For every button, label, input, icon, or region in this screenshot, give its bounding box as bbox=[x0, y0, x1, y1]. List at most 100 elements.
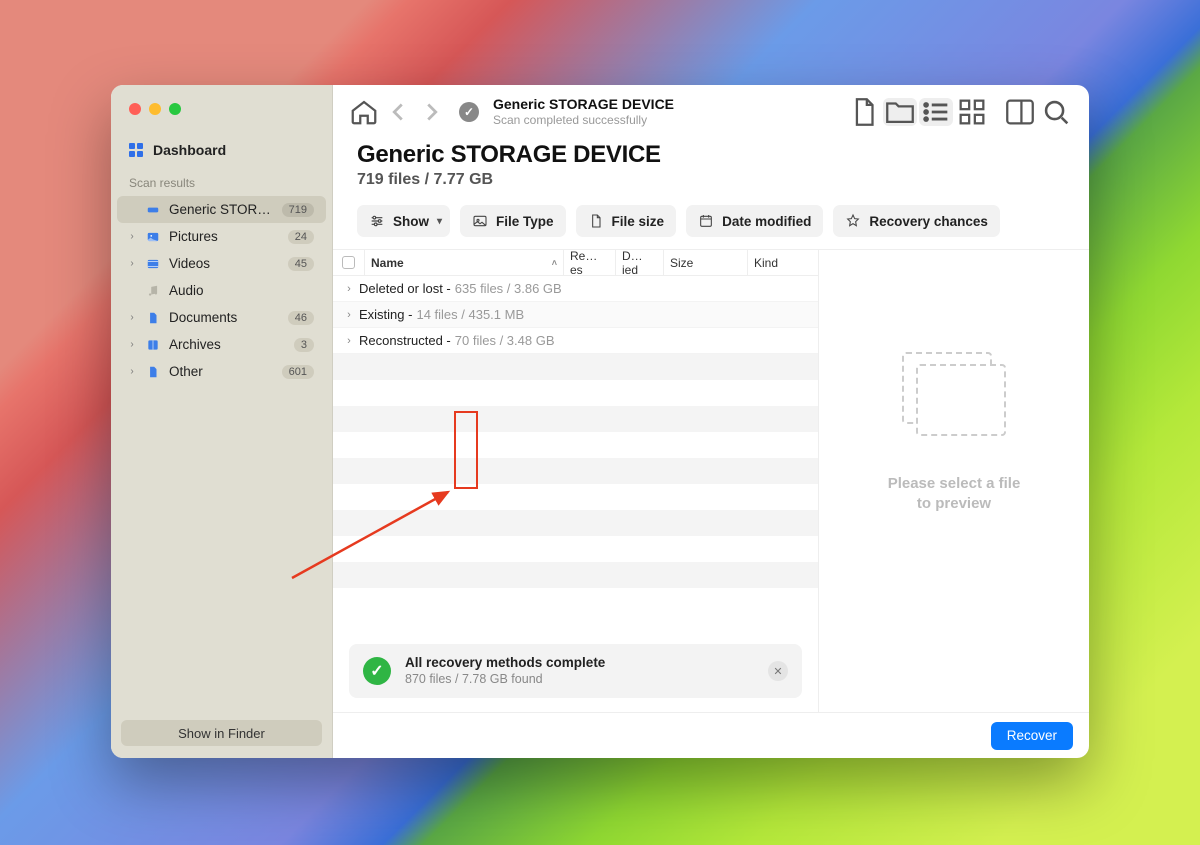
select-all-checkbox[interactable] bbox=[342, 256, 355, 269]
sidebar-item-documents[interactable]: › Documents 46 bbox=[117, 304, 326, 331]
page-title: Generic STORAGE DEVICE bbox=[357, 141, 1065, 169]
status-subtitle: 870 files / 7.78 GB found bbox=[405, 672, 605, 688]
column-name[interactable]: Name˄ bbox=[365, 250, 564, 275]
sidebar-item-genericstorag[interactable]: Generic STORAG… 719 bbox=[117, 196, 326, 223]
sidebar-item-pictures[interactable]: › Pictures 24 bbox=[117, 223, 326, 250]
column-recovery[interactable]: Re…es bbox=[564, 250, 616, 275]
dashboard-link[interactable]: Dashboard bbox=[111, 137, 332, 172]
other-icon bbox=[145, 365, 161, 379]
table-row[interactable]: ›Reconstructed - 70 files / 3.48 GB bbox=[333, 328, 818, 354]
sidebar-item-videos[interactable]: › Videos 45 bbox=[117, 250, 326, 277]
results-table: Name˄ Re…es D…ied Size Kind ›Deleted or … bbox=[333, 250, 819, 712]
chevron-right-icon: › bbox=[127, 339, 137, 350]
view-file-icon[interactable] bbox=[847, 98, 881, 126]
doc-icon bbox=[145, 311, 161, 325]
row-name: Deleted or lost - bbox=[359, 281, 451, 296]
chevron-right-icon: › bbox=[127, 231, 137, 242]
video-icon bbox=[145, 257, 161, 271]
count-badge: 719 bbox=[282, 203, 314, 217]
bottom-bar: Recover bbox=[333, 712, 1089, 758]
toolbar-title: Generic STORAGE DEVICE bbox=[493, 96, 674, 113]
table-row[interactable]: ›Deleted or lost - 635 files / 3.86 GB bbox=[333, 276, 818, 302]
star-icon bbox=[845, 213, 861, 229]
table-row[interactable]: ›Existing - 14 files / 435.1 MB bbox=[333, 302, 818, 328]
sidebar-item-label: Documents bbox=[169, 310, 280, 325]
home-button[interactable] bbox=[349, 97, 379, 127]
filter-file-size-button[interactable]: File size bbox=[576, 205, 677, 237]
status-title: All recovery methods complete bbox=[405, 655, 605, 672]
sidebar-item-audio[interactable]: Audio bbox=[117, 277, 326, 304]
sidebar-item-label: Videos bbox=[169, 256, 280, 271]
back-button[interactable] bbox=[383, 97, 413, 127]
sliders-icon bbox=[369, 213, 385, 229]
row-meta: 70 files / 3.48 GB bbox=[455, 333, 555, 348]
count-badge: 46 bbox=[288, 311, 314, 325]
preview-placeholder-icon bbox=[894, 350, 1014, 450]
chevron-right-icon: › bbox=[127, 312, 137, 323]
count-badge: 45 bbox=[288, 257, 314, 271]
app-window: Dashboard Scan results Generic STORAG… 71… bbox=[111, 85, 1089, 758]
file-icon bbox=[588, 213, 604, 229]
success-icon: ✓ bbox=[363, 657, 391, 685]
sidebar-item-label: Archives bbox=[169, 337, 286, 352]
chevron-right-icon: › bbox=[127, 366, 137, 377]
sidebar: Dashboard Scan results Generic STORAG… 71… bbox=[111, 85, 333, 758]
count-badge: 601 bbox=[282, 365, 314, 379]
row-meta: 635 files / 3.86 GB bbox=[455, 281, 562, 296]
toggle-preview-icon[interactable] bbox=[1003, 98, 1037, 126]
main-pane: Generic STORAGE DEVICE Scan completed su… bbox=[333, 85, 1089, 758]
table-header: Name˄ Re…es D…ied Size Kind bbox=[333, 250, 818, 276]
close-banner-button[interactable]: ✕ bbox=[768, 661, 788, 681]
expand-icon[interactable]: › bbox=[339, 335, 359, 347]
filter-bar: Show ▾ File Type File size Date modified… bbox=[333, 203, 1089, 249]
archive-icon bbox=[145, 338, 161, 352]
sidebar-item-label: Audio bbox=[169, 283, 314, 298]
image-icon bbox=[472, 213, 488, 229]
dashboard-label: Dashboard bbox=[153, 142, 226, 158]
filter-file-type-button[interactable]: File Type bbox=[460, 205, 566, 237]
chevron-down-icon: ▾ bbox=[437, 216, 442, 227]
scan-status-icon bbox=[459, 102, 479, 122]
recover-button[interactable]: Recover bbox=[991, 722, 1073, 750]
column-size[interactable]: Size bbox=[664, 250, 748, 275]
expand-icon[interactable]: › bbox=[339, 309, 359, 321]
content-header: Generic STORAGE DEVICE 719 files / 7.77 … bbox=[333, 139, 1089, 203]
view-folder-icon[interactable] bbox=[883, 98, 917, 126]
view-list-icon[interactable] bbox=[919, 98, 953, 126]
toolbar: Generic STORAGE DEVICE Scan completed su… bbox=[333, 85, 1089, 139]
filter-date-modified-button[interactable]: Date modified bbox=[686, 205, 823, 237]
row-name: Existing - bbox=[359, 307, 412, 322]
column-kind[interactable]: Kind bbox=[748, 250, 818, 275]
preview-placeholder-text: Please select a fileto preview bbox=[888, 474, 1021, 515]
chevron-right-icon: › bbox=[127, 258, 137, 269]
sidebar-item-label: Generic STORAG… bbox=[169, 202, 274, 217]
search-icon[interactable] bbox=[1039, 98, 1073, 126]
filter-show-button[interactable]: Show ▾ bbox=[357, 205, 450, 237]
row-meta: 14 files / 435.1 MB bbox=[416, 307, 524, 322]
expand-icon[interactable]: › bbox=[339, 283, 359, 295]
image-icon bbox=[145, 230, 161, 244]
sidebar-item-other[interactable]: › Other 601 bbox=[117, 358, 326, 385]
view-grid-icon[interactable] bbox=[955, 98, 989, 126]
window-controls bbox=[111, 103, 332, 115]
forward-button[interactable] bbox=[417, 97, 447, 127]
preview-pane: Please select a fileto preview bbox=[819, 250, 1089, 712]
count-badge: 3 bbox=[294, 338, 314, 352]
minimize-icon[interactable] bbox=[149, 103, 161, 115]
close-icon[interactable] bbox=[129, 103, 141, 115]
dashboard-icon bbox=[129, 143, 143, 157]
sidebar-section-label: Scan results bbox=[111, 172, 332, 196]
sidebar-item-archives[interactable]: › Archives 3 bbox=[117, 331, 326, 358]
sidebar-item-label: Other bbox=[169, 364, 274, 379]
maximize-icon[interactable] bbox=[169, 103, 181, 115]
sort-asc-icon: ˄ bbox=[552, 258, 557, 268]
toolbar-subtitle: Scan completed successfully bbox=[493, 113, 674, 127]
audio-icon bbox=[145, 284, 161, 298]
column-date[interactable]: D…ied bbox=[616, 250, 664, 275]
filter-recovery-chances-button[interactable]: Recovery chances bbox=[833, 205, 1000, 237]
sidebar-item-label: Pictures bbox=[169, 229, 280, 244]
status-banner: ✓ All recovery methods complete 870 file… bbox=[349, 644, 802, 698]
show-in-finder-button[interactable]: Show in Finder bbox=[121, 720, 322, 746]
row-name: Reconstructed - bbox=[359, 333, 451, 348]
count-badge: 24 bbox=[288, 230, 314, 244]
